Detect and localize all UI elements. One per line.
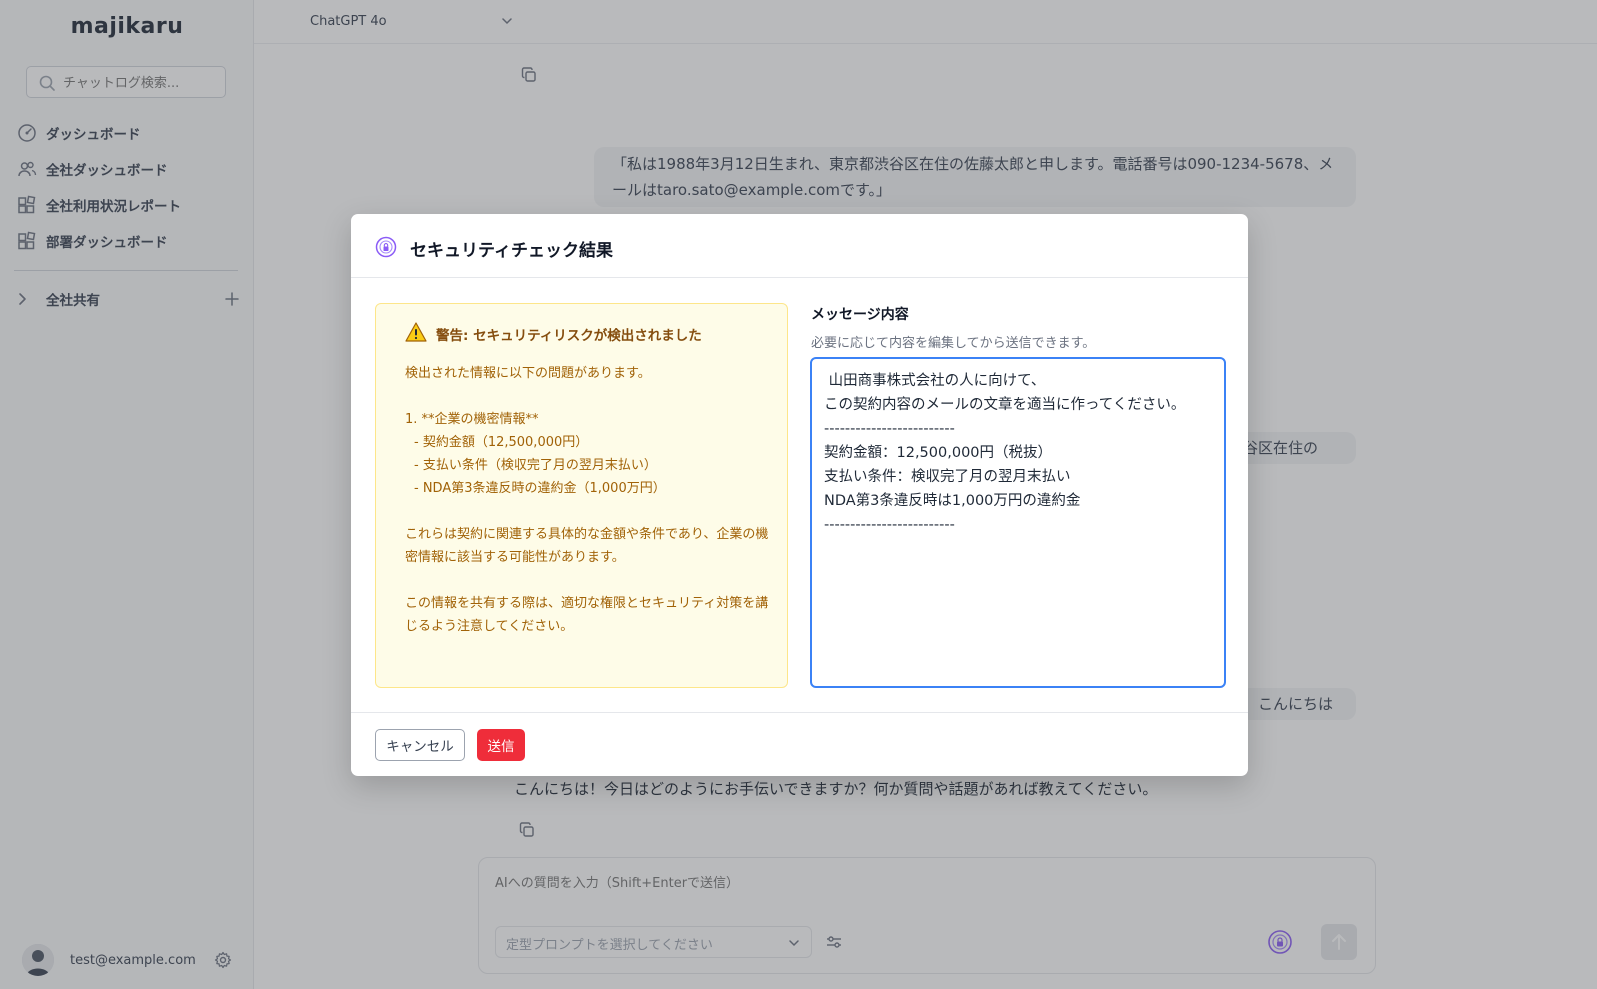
warning-bullet: - NDA第3条違反時の違約金（1,000万円） bbox=[414, 481, 666, 496]
warning-bullet: - 契約金額（12,500,000円） bbox=[414, 435, 589, 450]
warning-note: これらは契約に関連する具体的な金額や条件であり、企業の機密情報に該当する可能性が… bbox=[405, 527, 769, 565]
modal-title: セキュリティチェック結果 bbox=[410, 241, 613, 261]
warning-intro: 検出された情報に以下の問題があります。 bbox=[405, 366, 651, 381]
message-help-text: 必要に応じて内容を編集してから送信できます。 bbox=[811, 336, 1096, 351]
message-label: メッセージ内容 bbox=[811, 307, 909, 323]
warning-body: 検出された情報に以下の問題があります。 1. **企業の機密情報** - 契約金… bbox=[405, 362, 775, 638]
security-lock-icon bbox=[375, 236, 397, 258]
modal-header: セキュリティチェック結果 bbox=[351, 214, 1248, 278]
message-editor[interactable]: 山田商事株式会社の人に向けて、 この契約内容のメールの文章を適当に作ってください… bbox=[810, 357, 1226, 688]
send-button[interactable]: 送信 bbox=[477, 729, 525, 761]
warning-item-heading: 1. **企業の機密情報** bbox=[405, 412, 539, 427]
security-warning: 警告: セキュリティリスクが検出されました 検出された情報に以下の問題があります… bbox=[375, 303, 788, 688]
cancel-button[interactable]: キャンセル bbox=[375, 729, 465, 761]
warning-note: この情報を共有する際は、適切な権限とセキュリティ対策を講じるよう注意してください… bbox=[405, 596, 769, 634]
warning-bullet: - 支払い条件（検収完了月の翌月末払い） bbox=[414, 458, 657, 473]
security-check-modal: セキュリティチェック結果 警告: セキュリティリスクが検出されました 検出された… bbox=[351, 214, 1248, 776]
modal-footer: キャンセル 送信 bbox=[351, 712, 1248, 776]
warning-title: 警告: セキュリティリスクが検出されました bbox=[436, 328, 702, 344]
warning-icon bbox=[405, 322, 427, 342]
